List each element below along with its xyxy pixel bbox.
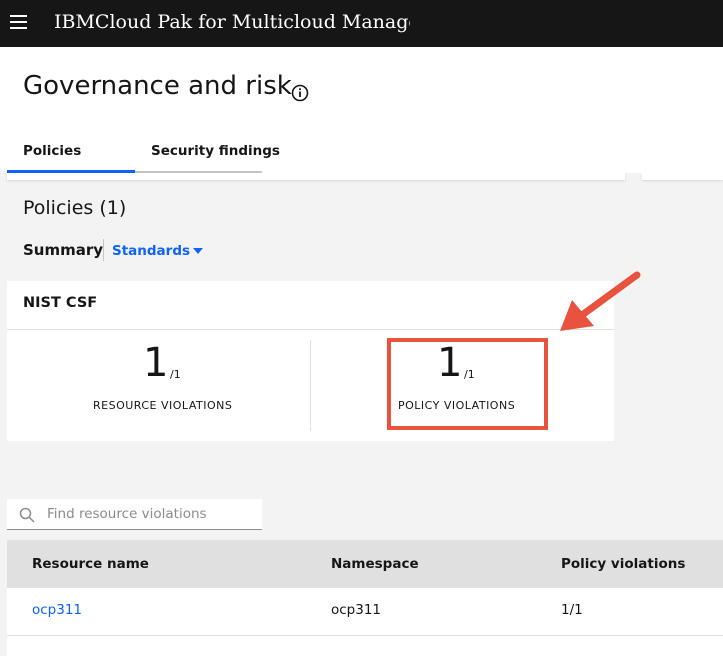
search-icon: [19, 507, 35, 523]
policy-violations-label: POLICY VIOLATIONS: [398, 399, 516, 412]
standards-dropdown[interactable]: Standards: [112, 243, 190, 259]
section-title: Policies (1): [23, 197, 127, 219]
tab-policies[interactable]: Policies: [23, 143, 81, 159]
hamburger-menu-icon[interactable]: [10, 15, 27, 29]
resource-violations-total: /1: [170, 368, 181, 381]
column-header-resource-name[interactable]: Resource name: [32, 556, 149, 572]
table-row: [7, 636, 723, 656]
table-row: ocp311 ocp311 1/1: [7, 588, 723, 636]
info-icon[interactable]: [291, 84, 309, 102]
summary-card: NIST CSF 1 /1 RESOURCE VIOLATIONS 1 /1 P…: [7, 281, 614, 441]
summary-label: Summary: [23, 241, 104, 259]
page-content: Governance and risk Policies Security fi…: [0, 47, 723, 656]
top-bar: IBMCloud Pak for Multicloud Manager: [0, 0, 723, 47]
namespace-cell: ocp311: [331, 602, 382, 618]
resource-violations-label: RESOURCE VIOLATIONS: [93, 399, 233, 412]
panel-edge: [642, 173, 723, 180]
column-header-namespace[interactable]: Namespace: [331, 556, 419, 572]
tab-security-findings[interactable]: Security findings: [151, 143, 280, 159]
policy-violations-total: /1: [464, 368, 475, 381]
divider: [310, 340, 311, 431]
policy-violations-count[interactable]: 1: [437, 340, 462, 386]
caret-down-icon[interactable]: [193, 248, 203, 254]
policy-violations-cell: 1/1: [561, 602, 583, 618]
divider: [103, 239, 104, 261]
page-title: Governance and risk: [23, 71, 292, 101]
card-title: NIST CSF: [23, 295, 98, 311]
search-box: [7, 499, 262, 530]
column-header-policy-violations[interactable]: Policy violations: [561, 556, 685, 572]
resource-violations-count[interactable]: 1: [143, 340, 168, 386]
app-title: IBMCloud Pak for Multicloud Manager: [54, 11, 410, 33]
resource-name-link[interactable]: ocp311: [32, 602, 82, 618]
panel-edge: [7, 173, 625, 180]
search-input[interactable]: [47, 499, 257, 529]
divider: [7, 329, 614, 330]
table-header: Resource name Namespace Policy violation…: [7, 540, 723, 588]
page-header: Governance and risk Policies Security fi…: [0, 47, 723, 173]
